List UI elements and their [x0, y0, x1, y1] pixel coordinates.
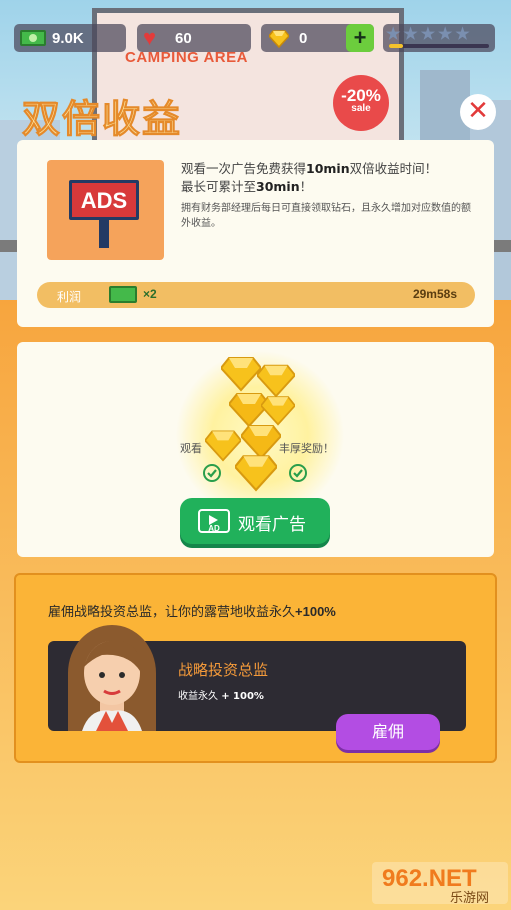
manager-headline: 雇佣战略投资总监，让你的露营地收益永久+100% [48, 601, 336, 620]
video-ad-icon: AD [198, 509, 230, 533]
reward-text-right: 丰厚奖励！ [279, 442, 334, 455]
reward-text-left: 观看 [180, 442, 202, 455]
diamond-icon [235, 455, 277, 492]
diamond-icon [269, 30, 289, 48]
text-segment: 双倍收益时间！ [349, 161, 438, 176]
reward-card: 观看 丰厚奖励！ AD 观看广告 [17, 342, 494, 557]
ads-info-card: ADS 观看一次广告免费获得10min双倍收益时间！ 最长可累计至30min！ … [17, 140, 494, 327]
text-segment: ！ [299, 179, 313, 194]
watch-ad-button[interactable]: AD 观看广告 [180, 498, 330, 544]
cash-value: 9.0K [52, 30, 84, 47]
watch-ad-label: 观看广告 [238, 515, 306, 535]
check-icon [203, 464, 221, 482]
profit-multiplier: ×2 [143, 287, 157, 301]
ads-pole [99, 220, 109, 248]
add-gems-button[interactable]: + [346, 24, 374, 52]
profit-bar: 利润 ×2 29m58s [37, 282, 475, 308]
close-button[interactable]: ✕ [460, 94, 496, 130]
bonus-timer: 29m58s [412, 287, 457, 301]
manager-card: 雇佣战略投资总监，让你的露营地收益永久+100% 战略投资总监 收益永久 + 1… [14, 573, 497, 763]
text-segment: 收益永久 [178, 691, 222, 702]
manager-name: 战略投资总监 [178, 661, 269, 679]
heart-icon: ♥ [143, 25, 157, 50]
star-icon: ★ [403, 26, 418, 43]
gems-value: 0 [299, 30, 308, 47]
hearts-counter: ♥ 60 [137, 24, 251, 52]
star-icon: ★ [455, 26, 470, 43]
rating-progress-fill [389, 44, 403, 48]
sale-badge: -20% sale [333, 75, 389, 131]
watermark-logo: 962.NET 乐游网 [372, 858, 508, 906]
rating-progress [389, 44, 489, 48]
text-bold: 30min [256, 179, 300, 194]
page-title: 双倍收益 [21, 97, 183, 142]
watermark-sub: 乐游网 [450, 891, 489, 906]
star-icon: ★ [438, 26, 453, 43]
ads-description-line1: 观看一次广告免费获得10min双倍收益时间！ [181, 158, 437, 177]
gems-counter: 0 + [261, 24, 374, 52]
manager-portrait [68, 625, 156, 731]
profit-label: 利润 [57, 290, 82, 304]
star-icon: ★ [420, 26, 436, 43]
rating-bar: ★ ★ ★ ★ ★ [383, 24, 495, 52]
ads-sign: ADS [69, 180, 139, 220]
star-icon: ★ [386, 26, 401, 43]
watermark-graphic: 962.NET 乐游网 [372, 862, 508, 906]
cash-icon [109, 286, 137, 303]
text-segment: 最长可累计至 [181, 179, 257, 194]
cash-counter: 9.0K [14, 24, 126, 52]
text-bold: 10min [306, 161, 350, 176]
text-segment: 观看一次广告免费获得 [181, 161, 307, 176]
sale-word: sale [351, 103, 371, 114]
hearts-value: 60 [175, 30, 192, 47]
ads-note: 拥有财务部经理后每日可直接领取钻石，且永久增加对应数值的额外收益。 [181, 203, 471, 229]
text-segment: 雇佣战略投资总监，让你的露营地收益永久 [48, 605, 296, 620]
check-icon [289, 464, 307, 482]
diamond-icon [221, 357, 261, 392]
ad-icon-label: AD [208, 524, 220, 533]
ads-billboard-icon: ADS [47, 160, 164, 260]
hire-button[interactable]: 雇佣 [336, 714, 440, 750]
ads-description-line2: 最长可累计至30min！ [181, 176, 312, 195]
text-bold: + 100% [221, 691, 264, 702]
watermark-brand: 962.NET [382, 865, 477, 892]
text-bold: +100% [295, 604, 336, 619]
manager-bonus: 收益永久 + 100% [178, 687, 264, 702]
cash-icon [20, 30, 46, 46]
sale-percent: -20% [341, 86, 381, 105]
